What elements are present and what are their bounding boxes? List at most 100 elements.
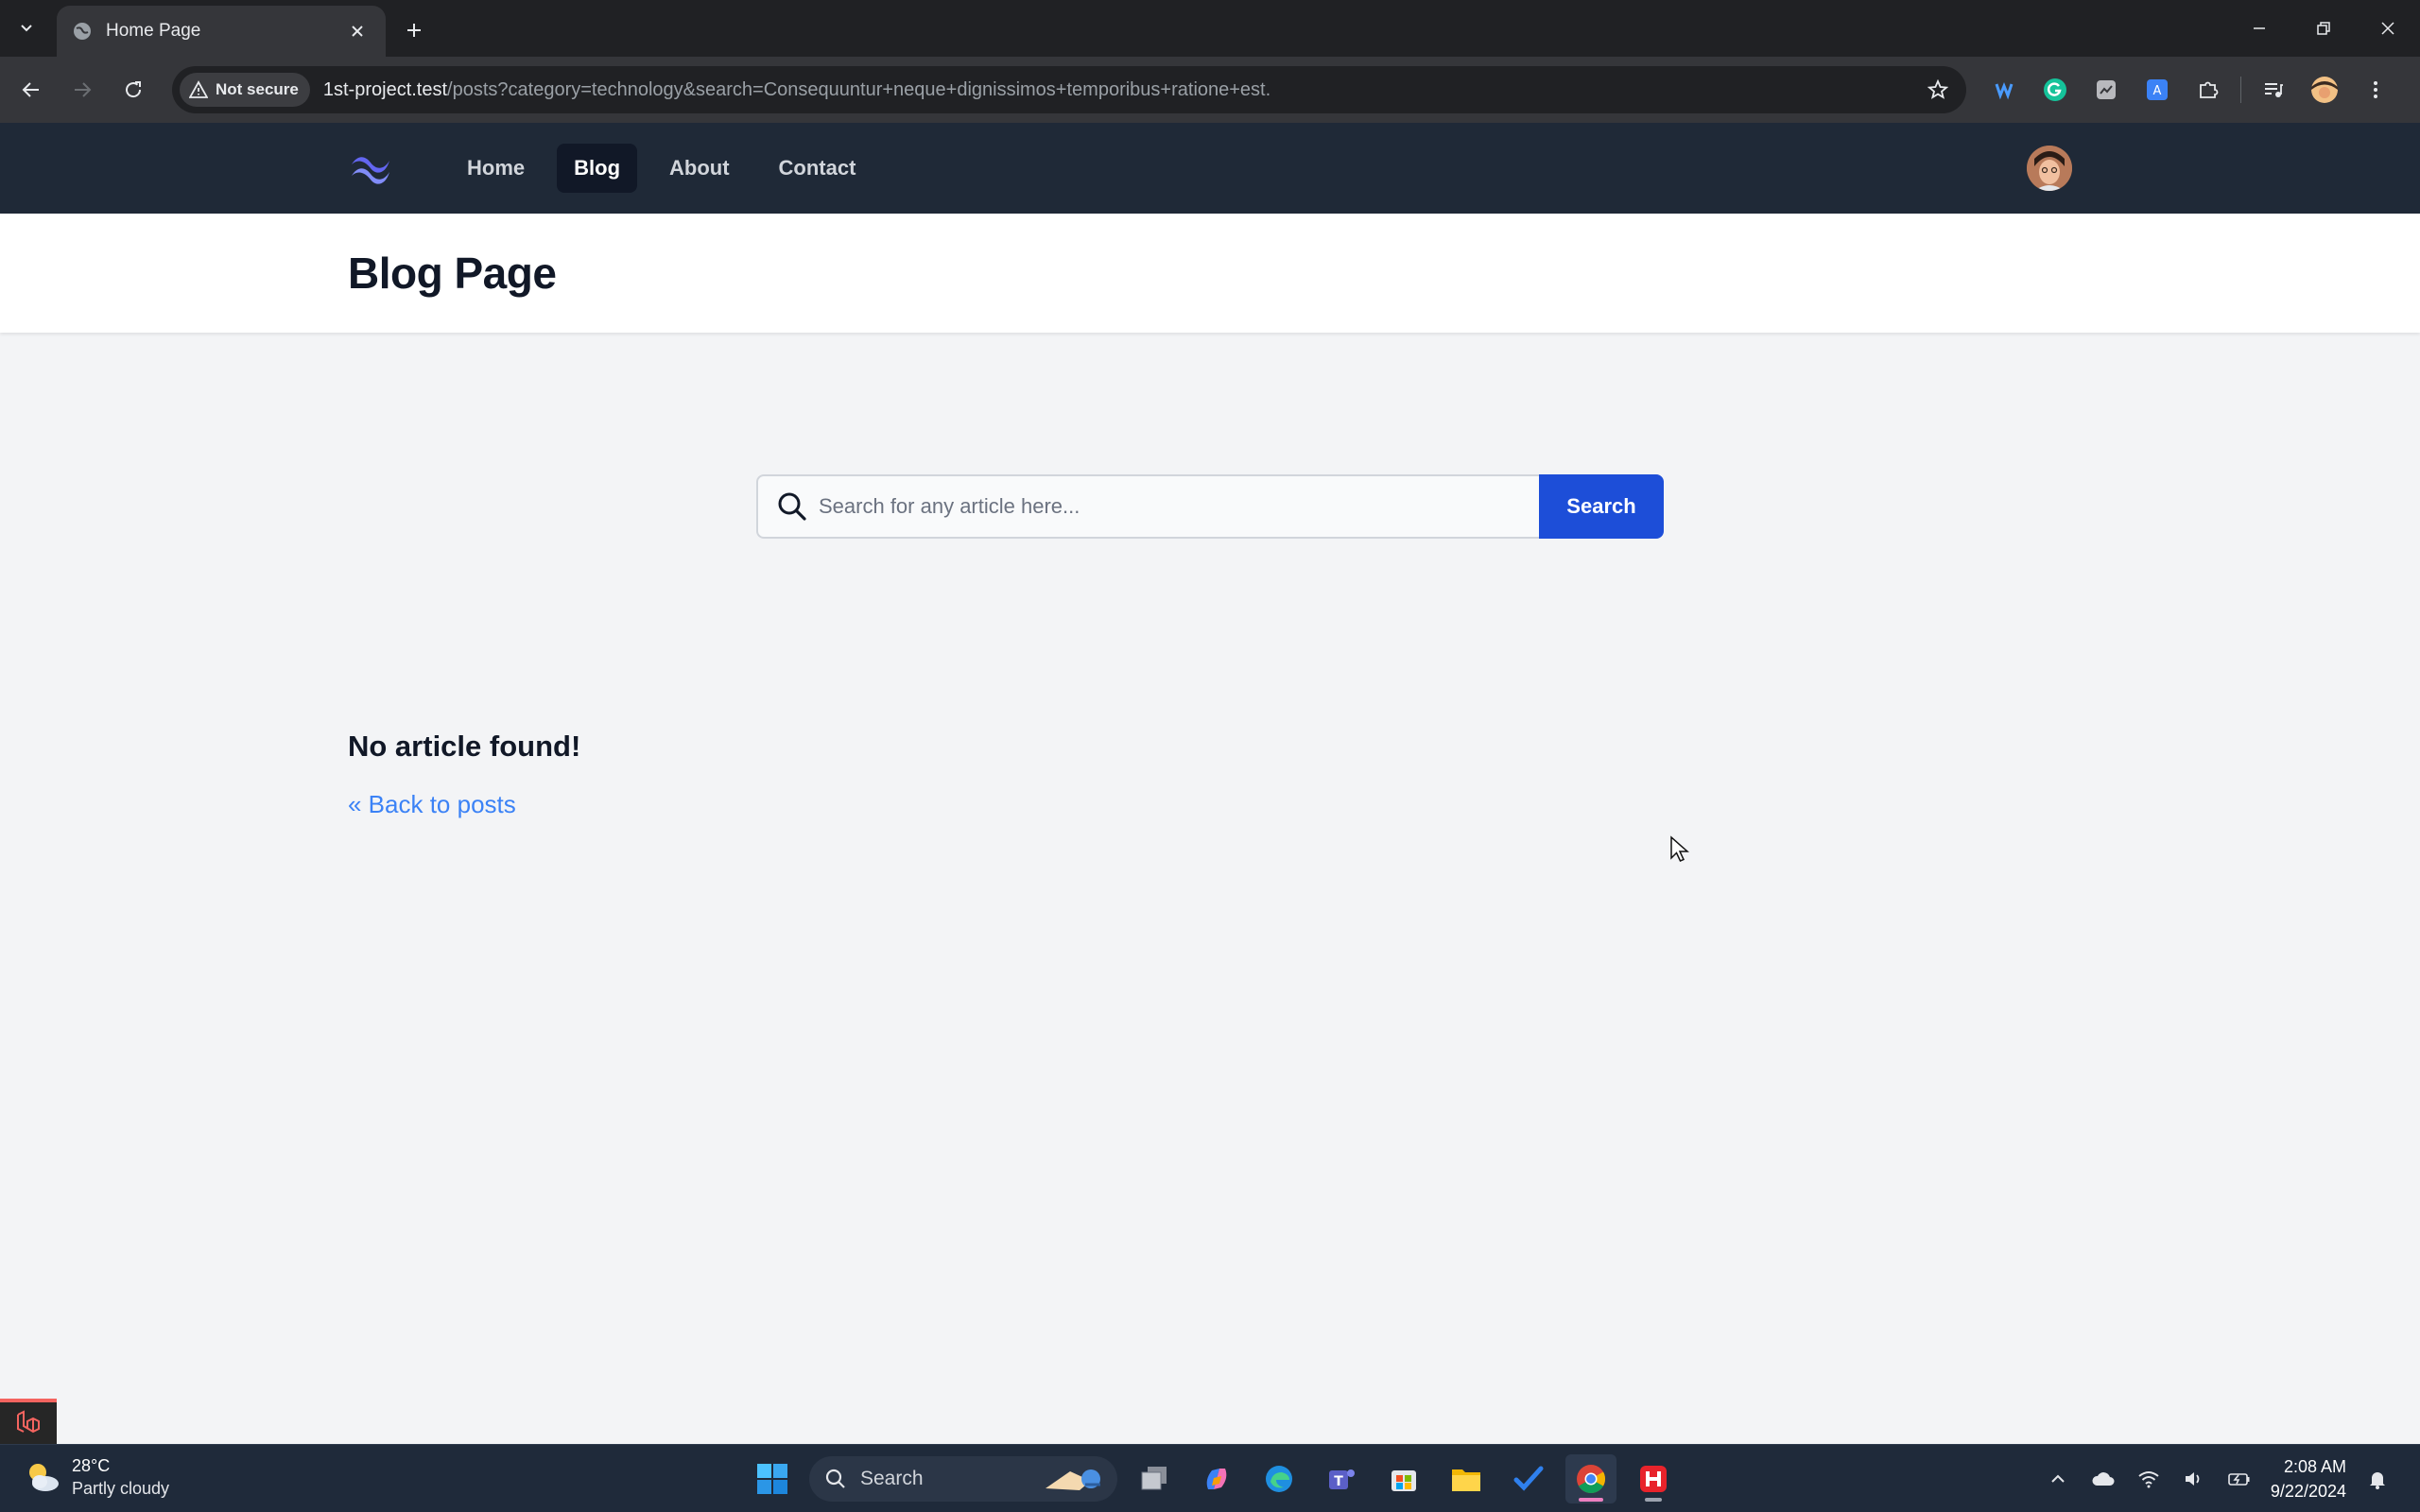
teams-icon: T [1329,1469,1355,1489]
search-box [756,474,1541,539]
herd-icon [1640,1466,1667,1492]
debugbar-toggle[interactable] [0,1399,57,1444]
network-button[interactable] [2135,1465,2163,1493]
speaker-icon [2185,1472,2200,1486]
security-indicator[interactable]: Not secure [180,73,310,107]
laravel-logo-icon [17,1410,40,1434]
user-photo-icon [2027,146,2072,191]
taskbar-app[interactable] [1503,1454,1554,1503]
address-bar[interactable]: Not secure 1st-project.test/posts?catego… [172,66,1966,113]
nav-contact[interactable]: Contact [762,144,873,193]
partly-cloudy-icon [29,1464,59,1491]
forward-button[interactable] [62,70,102,110]
taskbar-app[interactable] [1253,1454,1305,1503]
user-avatar[interactable] [2027,146,2072,191]
bookmark-button[interactable] [1917,69,1959,111]
nav-home[interactable]: Home [450,144,542,193]
media-control-button[interactable] [2255,71,2292,109]
search-input[interactable] [819,494,1541,519]
minimize-icon [2254,27,2265,29]
taskbar-app[interactable] [1565,1454,1616,1503]
onedrive-button[interactable] [2089,1465,2118,1493]
svg-text:T: T [1334,1474,1343,1489]
minimize-button[interactable] [2227,0,2291,57]
taskbar-app[interactable] [1628,1454,1679,1503]
notifications-button[interactable] [2363,1465,2392,1493]
puzzle-icon [2200,81,2219,98]
url-text[interactable]: 1st-project.test/posts?category=technolo… [323,79,1917,101]
taskbar-app[interactable] [1191,1454,1242,1503]
page-title: Blog Page [348,249,557,298]
screenshot-extension-icon [2097,80,2116,99]
close-icon [352,26,363,37]
file-explorer-icon [1452,1469,1480,1491]
tailwind-logo-icon[interactable] [348,151,393,185]
tab-title: Home Page [106,21,201,41]
wappalyzer-extension-icon [1995,81,2014,100]
store-icon [1392,1470,1416,1491]
window-controls [2227,0,2420,57]
chrome-icon [1577,1465,1606,1494]
tab-close-button[interactable] [344,18,371,44]
extension-button[interactable]: A [2138,71,2176,109]
arrow-right-icon [75,82,92,97]
weather-widget[interactable]: 28°C Partly cloudy [23,1454,169,1500]
close-icon [2381,22,2394,35]
copilot-icon [1206,1469,1227,1489]
back-button[interactable] [11,70,51,110]
system-tray: 2:08 AM 9/22/2024 [2044,1454,2392,1503]
nav-about[interactable]: About [652,144,747,193]
close-window-button[interactable] [2356,0,2420,57]
url-path: /posts?category=technology&search=Conseq… [447,78,1271,100]
taskbar-search-label: Search [860,1468,924,1489]
battery-button[interactable] [2225,1465,2254,1493]
browser-tab-strip: Home Page [0,0,2420,57]
extensions-button[interactable] [2189,71,2227,109]
globe-icon [74,23,91,40]
search-icon [825,1469,845,1488]
tab-search-button[interactable] [8,11,45,45]
extensions-row: A [1985,70,2394,110]
start-button[interactable] [747,1454,798,1503]
windows-start-icon [757,1464,787,1494]
extension-button[interactable] [2087,71,2125,109]
extension-button[interactable] [2036,71,2074,109]
empty-state-message: No article found! [348,730,581,763]
browser-tab[interactable]: Home Page [57,6,386,57]
taskbar-app[interactable] [1441,1454,1492,1503]
browser-menu-button[interactable] [2357,71,2394,109]
url-host: 1st-project.test [322,78,448,100]
system-clock[interactable]: 2:08 AM 9/22/2024 [2271,1454,2346,1503]
weather-description: Partly cloudy [72,1479,170,1498]
show-hidden-icons-button[interactable] [2044,1465,2072,1493]
back-to-posts-link[interactable]: « Back to posts [348,790,516,819]
taskbar-app[interactable] [1129,1454,1180,1503]
restore-button[interactable] [2291,0,2356,57]
plus-icon [407,24,421,37]
taskbar-app[interactable]: T [1316,1454,1367,1503]
chevron-down-icon [21,25,32,32]
task-view-icon [1141,1467,1167,1490]
new-tab-button[interactable] [397,13,431,47]
reload-button[interactable] [113,70,153,110]
cloud-icon [2092,1472,2115,1486]
volume-button[interactable] [2180,1465,2208,1493]
site-navbar: Home Blog About Contact [0,123,2420,214]
battery-charging-icon [2228,1473,2250,1486]
taskbar-apps: Search T [747,1454,1679,1503]
edge-icon [1266,1466,1292,1492]
active-indicator [1579,1498,1603,1502]
arrow-left-icon [22,82,39,97]
wifi-icon [2138,1471,2159,1488]
search-button[interactable]: Search [1539,474,1664,539]
security-label: Not secure [216,80,299,98]
profile-button[interactable] [2306,71,2343,109]
more-vertical-icon [2374,81,2377,98]
taskbar-search[interactable]: Search [809,1456,1117,1502]
toolbar-separator [2240,77,2241,103]
taskbar-app[interactable] [1378,1454,1429,1503]
clock-date: 9/22/2024 [2270,1482,2346,1501]
extension-button[interactable] [1985,71,2023,109]
nav-blog[interactable]: Blog [557,144,638,193]
translate-extension-icon: A [2147,79,2168,100]
